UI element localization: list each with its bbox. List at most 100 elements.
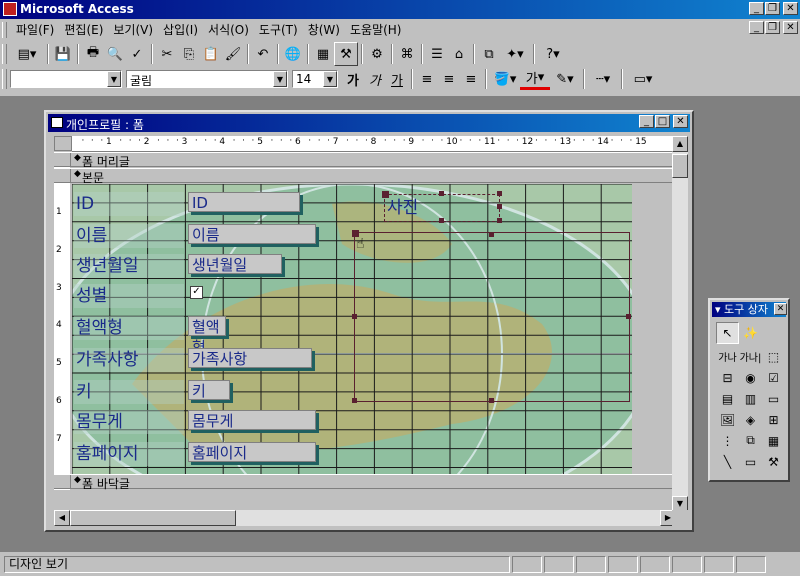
form-footer-bar[interactable]: ◆ 폼 바닥글 xyxy=(54,474,676,491)
textbox-blood-type[interactable]: 혈액형 xyxy=(188,316,226,356)
textbox-height[interactable]: 키 xyxy=(188,380,230,400)
label-blood-type[interactable]: 혈액형 xyxy=(74,316,184,340)
horizontal-ruler[interactable]: 1 · · · 2 · · · 3 · · · 4 · · · 5 · · · 6 · · · 7 · · · 8 · · · 9 · · · 10 · ·… xyxy=(72,136,676,152)
fill-color-icon[interactable]: 🪣▾ xyxy=(490,68,520,90)
textbox-family[interactable]: 가족사항 xyxy=(188,348,312,368)
textbox-birthdate[interactable]: 생년월일 xyxy=(188,254,282,274)
detail-section[interactable]: ID 이름 생년월일 성별 혈액형 가족사항 키 몸무게 홈페이지 ID 이름 … xyxy=(72,184,632,474)
image-tool-icon[interactable]: 🖼 xyxy=(716,409,739,430)
cut-icon[interactable]: ✂ xyxy=(156,43,178,65)
menu-format[interactable]: 서식(O) xyxy=(203,19,254,40)
autoformat-icon[interactable]: ⚙ xyxy=(366,43,388,65)
field-list-icon[interactable]: ▦ xyxy=(312,43,334,65)
database-window-icon[interactable]: ⧉ xyxy=(478,43,500,65)
menu-help[interactable]: 도움말(H) xyxy=(345,19,407,40)
toolbar-grip[interactable] xyxy=(2,44,7,64)
spelling-icon[interactable]: ✓ xyxy=(126,43,148,65)
line-tool-icon[interactable]: ╲ xyxy=(716,451,739,472)
option-group-icon[interactable]: ⬚ xyxy=(762,346,785,367)
checkbox-tool-icon[interactable]: ☑ xyxy=(762,367,785,388)
command-button-icon[interactable]: ▭ xyxy=(762,388,785,409)
restore-button[interactable]: ❐ xyxy=(765,2,780,15)
font-color-icon[interactable]: 가 ▾ xyxy=(520,68,550,90)
label-id[interactable]: ID xyxy=(74,192,184,216)
bold-button[interactable]: 가 xyxy=(342,68,364,90)
web-icon[interactable]: 🌐 xyxy=(282,43,304,65)
textbox-id[interactable]: ID xyxy=(188,192,300,212)
line-color-icon[interactable]: ✎▾ xyxy=(550,68,580,90)
special-effect-icon[interactable]: ▭▾ xyxy=(626,68,660,90)
combobox-tool-icon[interactable]: ▤ xyxy=(716,388,739,409)
undo-icon[interactable]: ↶ xyxy=(252,43,274,65)
footer-section[interactable] xyxy=(54,490,676,508)
toggle-button-icon[interactable]: ⊟ xyxy=(716,367,739,388)
underline-button[interactable]: 가 xyxy=(386,68,408,90)
horizontal-scrollbar[interactable]: ◀ ▶ xyxy=(54,510,676,526)
control-wizards-icon[interactable]: ✨ xyxy=(739,322,762,343)
object-combo[interactable]: ▼ xyxy=(10,70,122,88)
mdi-restore-button[interactable]: ❐ xyxy=(765,21,780,34)
minimize-button[interactable]: _ xyxy=(749,2,764,15)
align-right-icon[interactable]: ≡ xyxy=(460,68,482,90)
label-weight[interactable]: 몸무게 xyxy=(74,410,184,434)
save-icon[interactable]: 💾 xyxy=(52,43,74,65)
select-objects-icon[interactable]: ↖ xyxy=(716,322,739,344)
form-maximize-button[interactable]: □ xyxy=(655,115,670,128)
textbox-homepage[interactable]: 홈페이지 xyxy=(188,442,316,462)
rectangle-tool-icon[interactable]: ▭ xyxy=(739,451,762,472)
textbox-weight[interactable]: 몸무게 xyxy=(188,410,316,430)
subform-icon[interactable]: ▦ xyxy=(762,430,785,451)
textbox-tool-icon[interactable]: 가나| xyxy=(739,346,762,367)
new-object-icon[interactable]: ✦▾ xyxy=(500,43,530,65)
build-icon[interactable]: ⌂ xyxy=(448,43,470,65)
menu-edit[interactable]: 편집(E) xyxy=(59,19,108,40)
print-icon[interactable]: 🖶 xyxy=(82,43,104,65)
close-button[interactable]: ✕ xyxy=(783,2,798,15)
photo-image-frame[interactable] xyxy=(354,232,630,402)
align-center-icon[interactable]: ≡ xyxy=(438,68,460,90)
listbox-tool-icon[interactable]: ▥ xyxy=(739,388,762,409)
label-name[interactable]: 이름 xyxy=(74,224,184,248)
properties-icon[interactable]: ☰ xyxy=(426,43,448,65)
vertical-scrollbar[interactable]: ▲ ▼ xyxy=(672,136,688,512)
vertical-ruler[interactable]: 1 2 3 4 5 6 7 xyxy=(54,152,70,497)
format-toolbar-grip[interactable] xyxy=(2,69,7,89)
page-break-icon[interactable]: ⋮ xyxy=(716,430,739,451)
gender-checkbox[interactable]: ✓ xyxy=(190,286,203,299)
menu-file[interactable]: 파일(F) xyxy=(11,19,59,40)
view-icon[interactable]: ▤▾ xyxy=(10,43,44,65)
access-app-icon[interactable] xyxy=(3,2,17,16)
form-selector[interactable] xyxy=(54,136,72,151)
label-birthdate[interactable]: 생년월일 xyxy=(74,254,184,278)
menu-tools[interactable]: 도구(T) xyxy=(254,19,303,40)
menu-view[interactable]: 보기(V) xyxy=(108,19,158,40)
toolbox-icon[interactable]: ⚒ xyxy=(334,42,358,66)
print-preview-icon[interactable]: 🔍 xyxy=(104,43,126,65)
font-size-combo[interactable]: 14 ▼ xyxy=(292,70,338,88)
line-width-icon[interactable]: ┄▾ xyxy=(588,68,618,90)
menu-window[interactable]: 창(W) xyxy=(303,19,345,40)
more-controls-icon[interactable]: ⚒ xyxy=(762,451,785,472)
bound-object-icon[interactable]: ⊞ xyxy=(762,409,785,430)
help-icon[interactable]: ?▾ xyxy=(538,43,568,65)
align-left-icon[interactable]: ≡ xyxy=(416,68,438,90)
paste-icon[interactable]: 📋 xyxy=(200,43,222,65)
label-homepage[interactable]: 홈페이지 xyxy=(74,442,184,466)
menu-insert[interactable]: 삽입(I) xyxy=(158,19,203,40)
form-minimize-button[interactable]: _ xyxy=(639,115,654,128)
code-icon[interactable]: ⌘ xyxy=(396,43,418,65)
font-combo[interactable]: 굴림 ▼ xyxy=(126,70,288,88)
label-tool-icon[interactable]: 가나 xyxy=(716,346,739,367)
toolbox-close-button[interactable]: ✕ xyxy=(774,303,787,315)
copy-icon[interactable]: ⎘ xyxy=(178,43,200,65)
format-painter-icon[interactable]: 🖌 xyxy=(222,43,244,65)
option-button-icon[interactable]: ◉ xyxy=(739,367,762,388)
form-header-bar[interactable]: ◆ 폼 머리글 xyxy=(54,152,676,169)
label-gender[interactable]: 성별 xyxy=(74,284,184,308)
label-family[interactable]: 가족사항 xyxy=(74,348,184,372)
mdi-close-button[interactable]: ✕ xyxy=(783,21,798,34)
tab-control-icon[interactable]: ⧉ xyxy=(739,430,762,451)
mdi-minimize-button[interactable]: _ xyxy=(749,21,764,34)
unbound-object-icon[interactable]: ◈ xyxy=(739,409,762,430)
textbox-name[interactable]: 이름 xyxy=(188,224,316,244)
